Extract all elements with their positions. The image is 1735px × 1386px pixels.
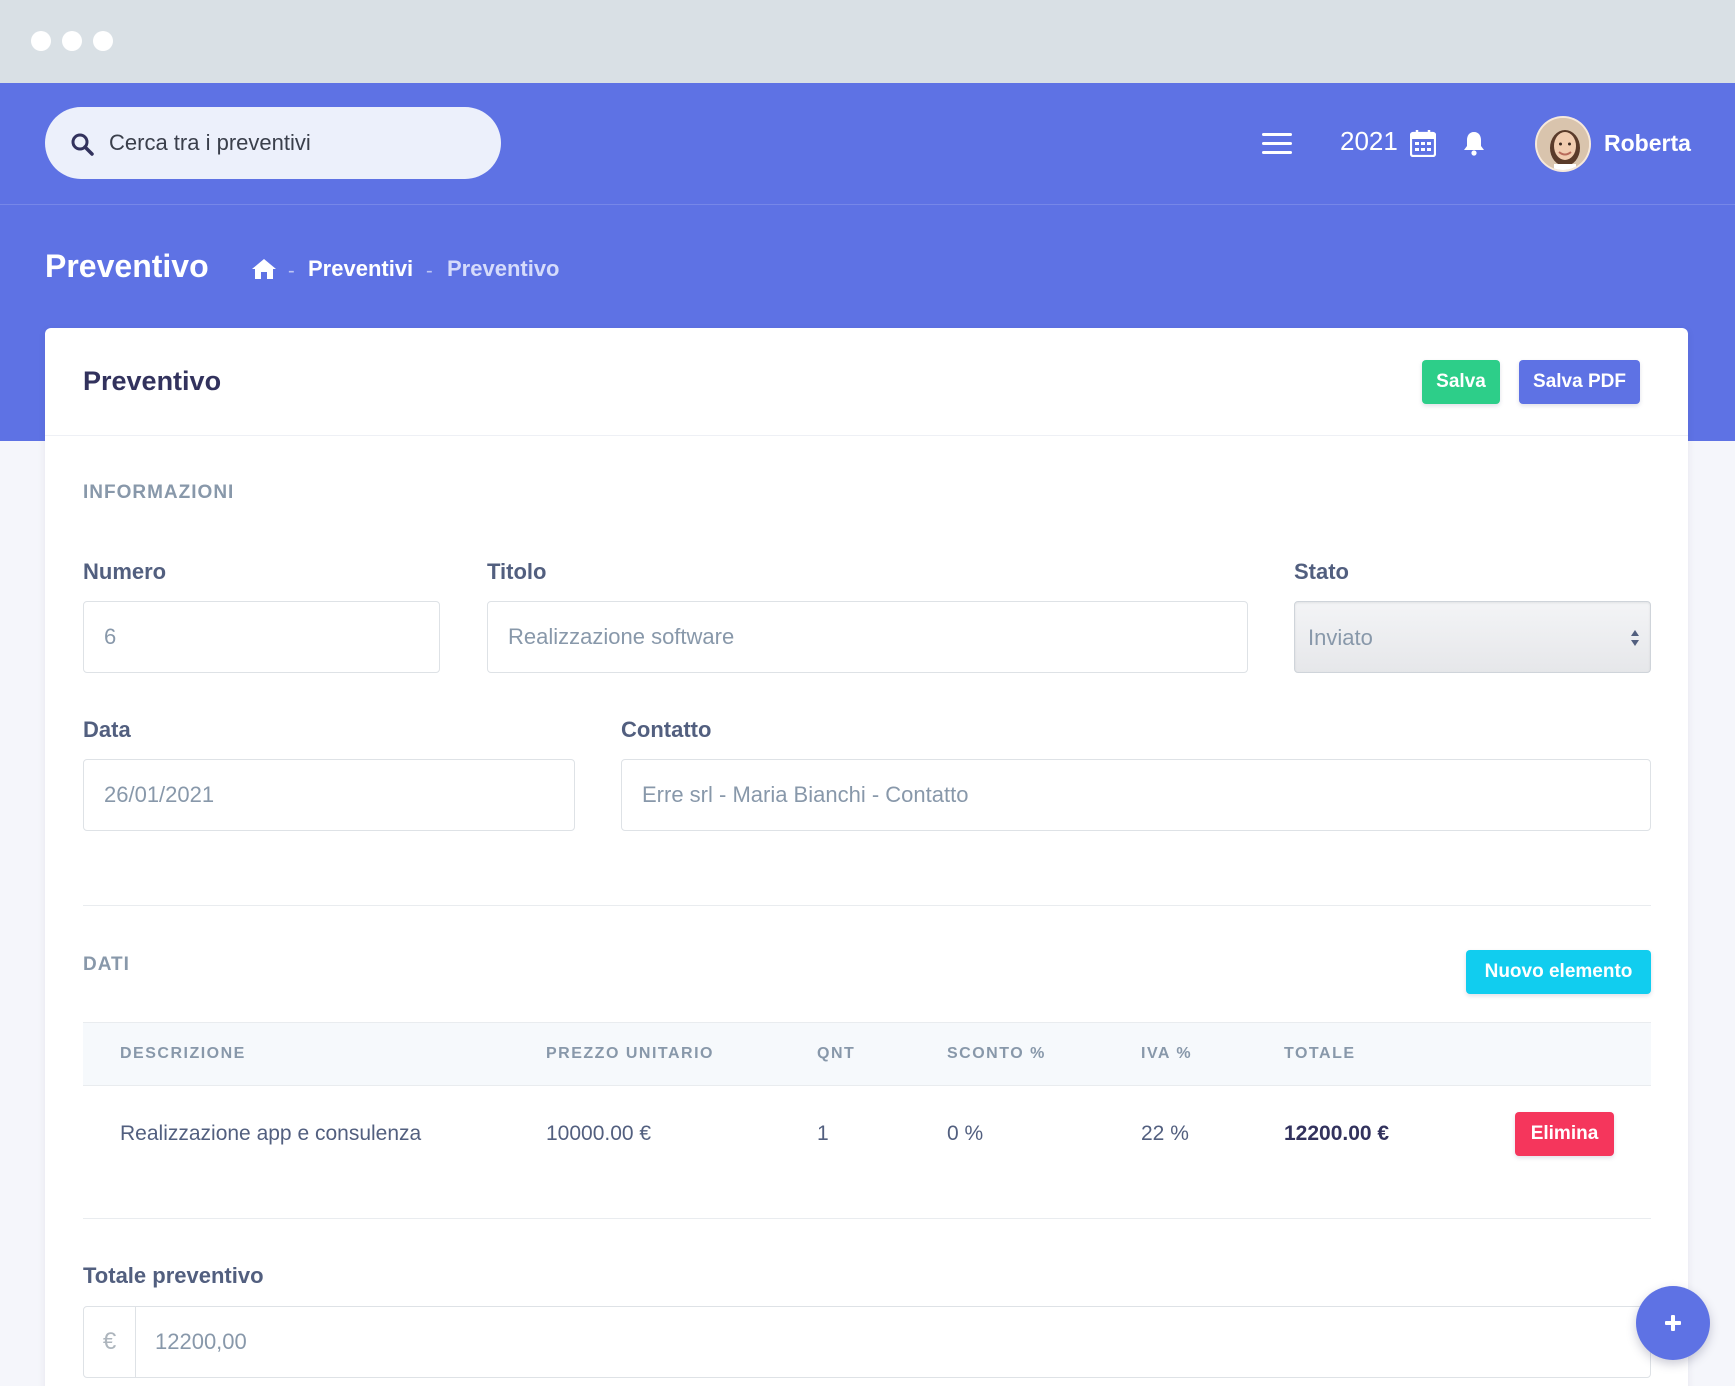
card-title: Preventivo bbox=[83, 366, 222, 396]
euro-prefix: € bbox=[84, 1307, 136, 1377]
year-selector[interactable]: 2021 bbox=[1340, 126, 1398, 157]
window-close-dot[interactable] bbox=[31, 31, 51, 51]
stato-label: Stato bbox=[1294, 559, 1349, 584]
home-icon[interactable] bbox=[251, 257, 277, 281]
total-label: Totale preventivo bbox=[83, 1263, 264, 1288]
date-field[interactable] bbox=[83, 759, 575, 831]
page-title: Preventivo bbox=[45, 248, 209, 284]
row-totale: 12200.00 € bbox=[1284, 1122, 1390, 1145]
calendar-icon[interactable] bbox=[1410, 129, 1436, 157]
numero-field[interactable] bbox=[83, 601, 440, 673]
quote-card: Preventivo Salva Salva PDF INFORMAZIONI … bbox=[45, 328, 1688, 1386]
contatto-label: Contatto bbox=[621, 717, 712, 742]
col-totale: TOTALE bbox=[1284, 1045, 1356, 1062]
titolo-field[interactable] bbox=[487, 601, 1248, 673]
breadcrumb-separator: - bbox=[288, 260, 295, 282]
data-label: Data bbox=[83, 717, 131, 742]
window-minimize-dot[interactable] bbox=[62, 31, 82, 51]
user-name[interactable]: Roberta bbox=[1604, 130, 1691, 157]
col-sconto: SCONTO % bbox=[947, 1045, 1046, 1062]
search-input[interactable] bbox=[109, 107, 479, 179]
row-sconto: 0 % bbox=[947, 1122, 984, 1145]
breadcrumb-current: Preventivo bbox=[447, 256, 560, 281]
bell-icon[interactable] bbox=[1462, 130, 1486, 156]
search-icon bbox=[71, 133, 94, 156]
row-prezzo: 10000.00 € bbox=[546, 1122, 652, 1145]
avatar[interactable] bbox=[1535, 116, 1591, 172]
col-prezzo: PREZZO UNITARIO bbox=[546, 1045, 714, 1062]
numero-label: Numero bbox=[83, 559, 167, 584]
row-descrizione: Realizzazione app e consulenza bbox=[120, 1122, 422, 1145]
new-item-button[interactable]: Nuovo elemento bbox=[1466, 950, 1651, 994]
table-divider bbox=[83, 1218, 1651, 1219]
select-arrows-icon bbox=[1631, 630, 1639, 646]
section-divider bbox=[83, 905, 1651, 906]
window-maximize-dot[interactable] bbox=[93, 31, 113, 51]
fab-add-button[interactable] bbox=[1636, 1286, 1710, 1360]
col-iva: IVA % bbox=[1141, 1045, 1193, 1062]
stato-selected-value: Inviato bbox=[1308, 625, 1373, 650]
section-label-dati: DATI bbox=[83, 954, 130, 975]
browser-chrome bbox=[0, 0, 1735, 83]
breadcrumb-separator: - bbox=[426, 260, 433, 282]
table-header: DESCRIZIONE PREZZO UNITARIO QNT SCONTO %… bbox=[83, 1022, 1651, 1086]
topbar-divider bbox=[0, 204, 1735, 205]
search-bar[interactable] bbox=[45, 107, 501, 179]
card-header-divider bbox=[45, 435, 1688, 436]
stato-select[interactable]: Inviato bbox=[1294, 601, 1651, 673]
save-button[interactable]: Salva bbox=[1422, 360, 1500, 404]
col-qnt: QNT bbox=[817, 1045, 856, 1062]
save-pdf-button[interactable]: Salva PDF bbox=[1519, 360, 1640, 404]
delete-row-button[interactable]: Elimina bbox=[1515, 1112, 1614, 1156]
total-input-group: € bbox=[83, 1306, 1651, 1378]
total-field[interactable] bbox=[137, 1307, 1637, 1377]
titolo-label: Titolo bbox=[487, 559, 547, 584]
contatto-field[interactable] bbox=[621, 759, 1651, 831]
row-iva: 22 % bbox=[1141, 1122, 1189, 1145]
col-descrizione: DESCRIZIONE bbox=[120, 1045, 246, 1062]
menu-icon[interactable] bbox=[1262, 133, 1292, 155]
section-label-info: INFORMAZIONI bbox=[83, 482, 235, 503]
breadcrumb-preventivi-link[interactable]: Preventivi bbox=[308, 256, 413, 282]
plus-icon bbox=[1665, 1315, 1681, 1331]
row-qnt: 1 bbox=[817, 1122, 829, 1145]
